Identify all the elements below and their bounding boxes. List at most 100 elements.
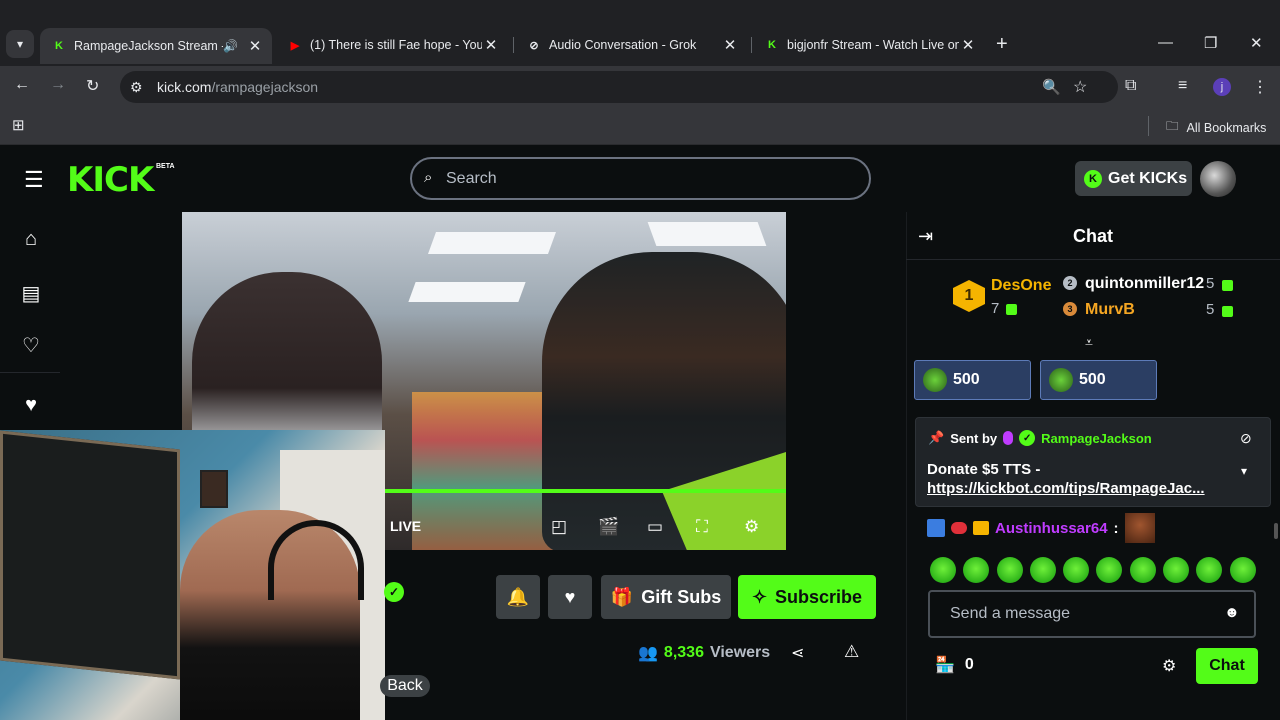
emote-icon[interactable] <box>1130 557 1156 583</box>
tab-search-button[interactable]: ▾ <box>6 30 34 58</box>
media-control-icon[interactable]: ≡ <box>1178 77 1187 95</box>
site-info-icon[interactable]: ⚙ <box>130 79 143 96</box>
bookmark-star-icon[interactable]: ☆ <box>1073 77 1087 97</box>
reload-icon[interactable]: ↻ <box>86 76 99 96</box>
profile-avatar[interactable]: j <box>1213 78 1231 96</box>
theater-mode-icon[interactable]: ▭ <box>647 517 663 537</box>
send-chat-button[interactable]: Chat <box>1196 648 1258 684</box>
close-tab-icon[interactable]: ✕ <box>959 36 977 54</box>
close-tab-icon[interactable]: ✕ <box>482 36 500 54</box>
follow-heart-button[interactable]: ♥ <box>548 575 592 619</box>
chat-separator: : <box>1113 519 1119 537</box>
sidebar-divider <box>0 372 60 373</box>
search-input[interactable]: Search <box>446 170 497 188</box>
back-button[interactable]: Back <box>380 675 430 697</box>
leaderboard-count-1: 7 <box>991 300 1000 317</box>
leaderboard-count-2: 5 <box>1206 275 1215 292</box>
viewers-label: Viewers <box>709 644 771 661</box>
message-placeholder[interactable]: Send a message <box>950 605 1070 623</box>
back-arrow-icon[interactable]: ← <box>14 76 30 94</box>
emote-icon[interactable] <box>1230 557 1256 583</box>
pinned-link[interactable]: https://kickbot.com/tips/RampageJac... <box>927 480 1227 497</box>
emote-icon <box>1124 513 1155 543</box>
clip-icon[interactable]: 🎬 <box>598 517 619 537</box>
restore-icon[interactable]: ❐ <box>1204 34 1217 52</box>
chat-header-divider <box>906 259 1280 260</box>
hide-eye-icon[interactable]: ⊘ <box>1240 430 1252 447</box>
emote-icon[interactable] <box>930 557 956 583</box>
chat-settings-gear-icon[interactable]: ⚙ <box>1162 656 1176 676</box>
url-text[interactable]: kick.com/rampagejackson <box>157 79 318 95</box>
report-warning-icon[interactable]: ⚠ <box>844 642 859 662</box>
ceiling-light <box>408 282 526 302</box>
tab-youtube[interactable]: ▶ (1) There is still Fae hope - YouT ✕ <box>276 30 508 60</box>
close-tab-icon[interactable]: ✕ <box>721 36 739 54</box>
goal-value: 500 <box>1079 371 1106 388</box>
heart-icon: ♥ <box>564 586 576 607</box>
collapse-leaderboard-icon[interactable]: ⩡ <box>1085 334 1093 351</box>
sparkle-icon: ✧ <box>751 586 768 607</box>
gift-subs-button[interactable]: 🎁 Gift Subs <box>601 575 731 619</box>
emote-icon[interactable] <box>1063 557 1089 583</box>
speaker-icon[interactable]: 🔊 <box>223 39 238 53</box>
share-icon[interactable]: ⋖ <box>791 643 804 663</box>
kicks-store[interactable]: 🏪 0 <box>935 655 974 675</box>
browse-icon[interactable]: ▤ <box>20 281 42 306</box>
kick-logo[interactable]: KICK <box>67 160 154 200</box>
home-icon[interactable]: ⌂ <box>20 228 42 251</box>
leaderboard-name-1[interactable]: DesOne <box>991 277 1051 295</box>
collapse-chat-icon[interactable]: ⇥ <box>918 226 933 247</box>
get-kicks-label: Get KICKs <box>1108 169 1188 187</box>
tab-rampagejackson[interactable]: K RampageJackson Stream - W 🔊 ✕ <box>40 28 272 64</box>
emote-icon[interactable] <box>1163 557 1189 583</box>
emote-icon[interactable] <box>963 557 989 583</box>
following-heart-icon[interactable]: ♡ <box>20 333 42 358</box>
user-avatar[interactable] <box>1200 161 1236 197</box>
kicks-goal-2[interactable]: 500 <box>1040 360 1157 400</box>
extensions-icon[interactable]: ⧉ <box>1125 77 1136 95</box>
mini-player-icon[interactable]: ◰ <box>551 517 567 537</box>
emote-icon[interactable] <box>1030 557 1056 583</box>
tab-grok[interactable]: ⊘ Audio Conversation - Grok ✕ <box>515 30 747 60</box>
zoom-icon[interactable]: 🔍 <box>1042 78 1061 96</box>
pin-icon: 📌 <box>928 430 945 445</box>
chat-scrollbar[interactable] <box>1274 523 1278 539</box>
settings-gear-icon[interactable]: ⚙ <box>744 517 759 537</box>
webcam-overlay <box>0 430 385 720</box>
notification-bell-button[interactable]: 🔔 <box>496 575 540 619</box>
all-bookmarks-button[interactable]: 🗀 All Bookmarks <box>1166 117 1266 138</box>
tab-separator <box>513 37 514 53</box>
fullscreen-icon[interactable]: ⛶ <box>696 517 708 537</box>
viewers-number: 8,336 <box>663 644 704 661</box>
store-shelf <box>412 392 562 550</box>
emote-icon[interactable] <box>997 557 1023 583</box>
emote-icon[interactable] <box>1096 557 1122 583</box>
get-kicks-button[interactable]: K Get KICKs <box>1075 161 1192 196</box>
tab-bigjonfr[interactable]: K bigjonfr Stream - Watch Live on ✕ <box>753 30 985 60</box>
close-window-icon[interactable]: ✕ <box>1250 34 1263 52</box>
close-tab-icon[interactable]: ✕ <box>246 37 264 55</box>
emoji-picker-icon[interactable]: ☻ <box>1224 604 1240 621</box>
leaderboard-name-3[interactable]: MurvB <box>1085 301 1135 319</box>
chat-username[interactable]: Austinhussar64 <box>995 520 1108 537</box>
tab-title: bigjonfr Stream - Watch Live on <box>787 38 959 52</box>
leaderboard-count-3: 5 <box>1206 301 1215 318</box>
expand-chevron-icon[interactable]: ▾ <box>1241 464 1247 478</box>
search-icon: ⌕ <box>424 169 433 186</box>
followed-channels-heart-icon[interactable]: ♥ <box>20 394 42 417</box>
new-tab-icon[interactable]: + <box>996 33 1008 56</box>
pinned-username[interactable]: RampageJackson <box>1041 431 1152 446</box>
emote-icon[interactable] <box>1196 557 1222 583</box>
minimize-icon[interactable]: — <box>1158 34 1173 51</box>
forward-arrow-icon[interactable]: → <box>50 76 66 94</box>
chalkboard <box>0 430 180 680</box>
subscribe-button[interactable]: ✧ Subscribe <box>738 575 876 619</box>
apps-grid-icon[interactable]: ⊞ <box>12 116 25 134</box>
menu-dots-icon[interactable]: ⋮ <box>1252 77 1268 97</box>
stream-progress-bar[interactable] <box>385 489 786 493</box>
all-bookmarks-label: All Bookmarks <box>1186 120 1267 135</box>
kicks-goal-1[interactable]: 500 <box>914 360 1031 400</box>
hamburger-menu-icon[interactable]: ☰ <box>24 167 44 193</box>
leaderboard-name-2[interactable]: quintonmiller12 <box>1085 275 1204 293</box>
bookmarks-divider <box>1148 116 1149 136</box>
